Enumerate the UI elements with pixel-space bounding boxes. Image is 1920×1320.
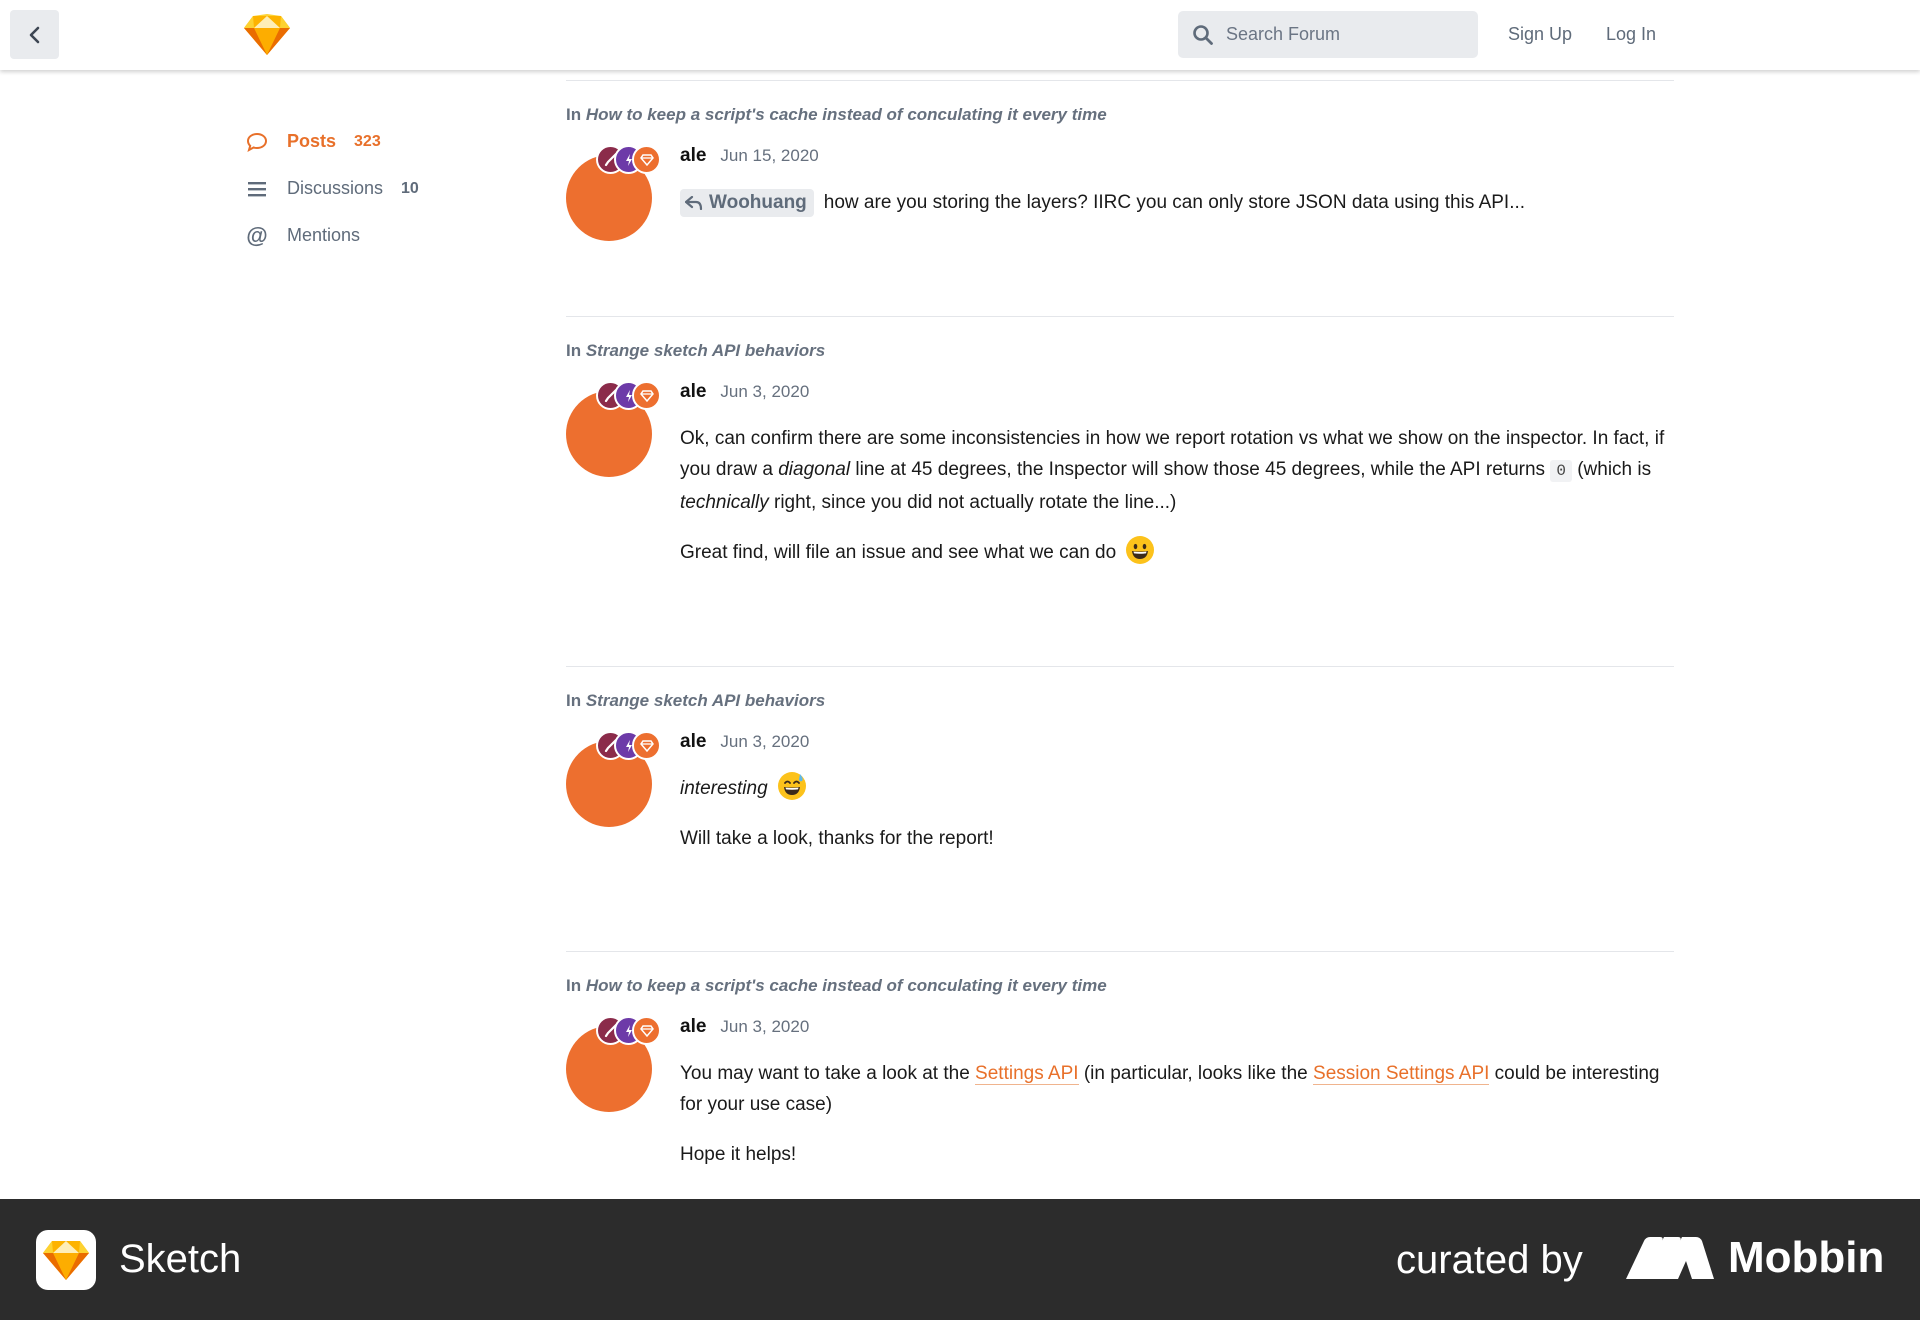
profile-sidebar: Posts 323 Discussions 10 @ Mentions [245,118,505,259]
at-sign-icon: @ [246,222,268,248]
author-name[interactable]: ale [680,381,706,403]
session-settings-api-link[interactable]: Session Settings API [1313,1063,1490,1085]
sign-up-link[interactable]: Sign Up [1508,24,1572,45]
text-run: right, since you did not actually rotate… [768,492,1177,513]
post-paragraph: interesting [680,771,1674,804]
text-emphasis: technically [680,492,769,513]
app-name: Sketch [119,1237,242,1281]
post-paragraph: Ok, can confirm there are some inconsist… [680,423,1674,518]
diamond-badge-icon [632,731,661,760]
settings-api-link[interactable]: Settings API [975,1063,1079,1085]
back-button[interactable] [10,10,59,59]
post-date[interactable]: Jun 15, 2020 [720,146,818,166]
post-body: ale Jun 3, 2020 Ok, can confirm there ar… [566,381,1674,568]
user-badges [596,731,661,761]
discussion-title-link[interactable]: How to keep a script's cache instead of … [586,976,1107,995]
sidebar-item-count: 10 [401,179,419,197]
text-run: Great find, will file an issue and see w… [680,542,1117,563]
diamond-badge-icon [632,1016,661,1045]
sidebar-item-discussions[interactable]: Discussions 10 [245,165,505,212]
post-context[interactable]: In How to keep a script's cache instead … [566,976,1674,996]
post-context[interactable]: In Strange sketch API behaviors [566,341,1674,361]
author-name[interactable]: ale [680,731,706,753]
sidebar-item-count: 323 [354,132,381,150]
mobbin-footer: Sketch curated by Mobbin [0,1199,1920,1320]
post-item: In How to keep a script's cache instead … [566,80,1674,316]
inline-code: 0 [1550,460,1572,482]
search-input[interactable] [1226,24,1456,45]
brand-name: Mobbin [1728,1233,1885,1282]
post-paragraph: You may want to take a look at the Setti… [680,1058,1674,1120]
post-context[interactable]: In How to keep a script's cache instead … [566,105,1674,125]
post-body: ale Jun 15, 2020 Woohuang how are you st… [566,145,1674,241]
search-icon [1193,24,1213,45]
post-date[interactable]: Jun 3, 2020 [720,382,809,402]
discussion-title-link[interactable]: Strange sketch API behaviors [586,691,825,710]
chevron-left-icon [29,26,39,43]
sidebar-item-label: Discussions [287,178,384,198]
sidebar-item-label: Mentions [287,225,361,245]
grinning-face-emoji-icon [1126,535,1155,564]
log-in-link[interactable]: Log In [1606,24,1656,45]
text-run: You may want to take a look at the [680,1063,976,1084]
sketch-logo-icon[interactable] [243,14,291,56]
post-paragraph: Will take a look, thanks for the report! [680,823,1674,854]
text-run: Hope it helps! [680,1144,797,1165]
reply-arrow-icon [685,195,703,210]
sidebar-item-label: Posts [287,131,337,151]
post-text: Ok, can confirm there are some inconsist… [680,423,1674,568]
user-badges [596,145,661,175]
context-prefix: In [566,691,582,710]
discussion-title-link[interactable]: Strange sketch API behaviors [586,341,825,360]
text-emphasis: interesting [680,778,768,799]
text-emphasis: diagonal [778,459,851,480]
sidebar-item-mentions[interactable]: @ Mentions [245,212,505,259]
top-header: Sign Up Log In [0,0,1920,70]
mobbin-logo: Mobbin [1626,1233,1884,1283]
post-body: ale Jun 3, 2020 You may want to take a l… [566,1016,1674,1170]
list-icon [245,177,269,201]
text-run: (which is [1571,459,1652,480]
speech-bubble-icon [245,130,269,154]
curated-by-label: curated by [1396,1238,1583,1282]
text-run: line at 45 degrees, the Inspector will s… [850,459,1551,480]
diamond-badge-icon [632,145,661,174]
post-text: Woohuang how are you storing the layers?… [680,187,1674,218]
context-prefix: In [566,976,582,995]
discussion-title-link[interactable]: How to keep a script's cache instead of … [586,105,1107,124]
post-item: In Strange sketch API behaviors ale Jun … [566,316,1674,666]
diamond-badge-icon [632,381,661,410]
user-badges [596,381,661,411]
post-body: ale Jun 3, 2020 interesting Will take a … [566,731,1674,854]
user-badges [596,1016,661,1046]
mobbin-mark-icon [1626,1237,1714,1279]
reply-mention[interactable]: Woohuang [680,188,814,217]
reply-username: Woohuang [709,192,807,214]
post-paragraph: how are you storing the layers? IIRC you… [823,192,1526,213]
grinning-sweat-emoji-icon [777,771,806,800]
post-text: You may want to take a look at the Setti… [680,1058,1674,1170]
post-text: interesting Will take a look, thanks for… [680,771,1674,854]
sidebar-item-posts[interactable]: Posts 323 [245,118,505,165]
context-prefix: In [566,341,582,360]
author-name[interactable]: ale [680,1016,706,1038]
post-item: In How to keep a script's cache instead … [566,951,1674,1211]
text-run: (in particular, looks like the [1078,1063,1314,1084]
text-run: Will take a look, thanks for the report! [680,828,994,849]
post-list: In How to keep a script's cache instead … [566,80,1674,1211]
post-paragraph: Hope it helps! [680,1139,1674,1170]
post-date[interactable]: Jun 3, 2020 [720,1017,809,1037]
author-name[interactable]: ale [680,145,706,167]
post-date[interactable]: Jun 3, 2020 [720,732,809,752]
post-item: In Strange sketch API behaviors ale Jun … [566,666,1674,951]
search-bar[interactable] [1178,11,1478,58]
context-prefix: In [566,105,582,124]
sketch-app-icon [36,1230,96,1290]
post-paragraph: Great find, will file an issue and see w… [680,535,1674,568]
post-context[interactable]: In Strange sketch API behaviors [566,691,1674,711]
